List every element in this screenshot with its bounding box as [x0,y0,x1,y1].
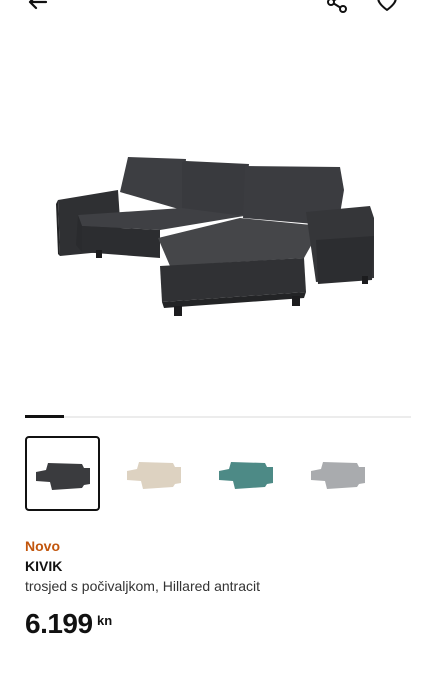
gallery-progress-bar [25,415,411,418]
thumbnail-2[interactable] [117,436,191,510]
sofa-thumbnail-beige [127,462,181,489]
sofa-thumbnail-grey [311,462,365,489]
share-icon [327,0,347,13]
thumbnail-strip [25,436,405,512]
product-description: trosjed s počivaljkom, Hillared antracit [25,578,260,594]
price-currency: kn [97,613,113,628]
product-name: KIVIK [25,558,63,574]
top-bar [0,0,429,16]
thumbnail-4[interactable] [301,436,375,510]
product-main-image[interactable] [0,40,429,400]
favourite-button[interactable] [373,0,401,16]
arrow-left-icon [28,0,48,10]
thumbnail-3[interactable] [209,436,283,510]
gallery-progress-indicator [25,415,64,418]
thumbnail-1[interactable] [25,436,100,511]
product-price: 6.199 [25,608,93,639]
back-button[interactable] [24,0,52,16]
sofa-thumbnail-dark [35,462,90,490]
sofa-image [56,157,374,316]
heart-icon [377,0,397,11]
new-badge: Novo [25,538,60,554]
sofa-thumbnail-turquoise [219,462,273,489]
share-button[interactable] [323,0,351,16]
